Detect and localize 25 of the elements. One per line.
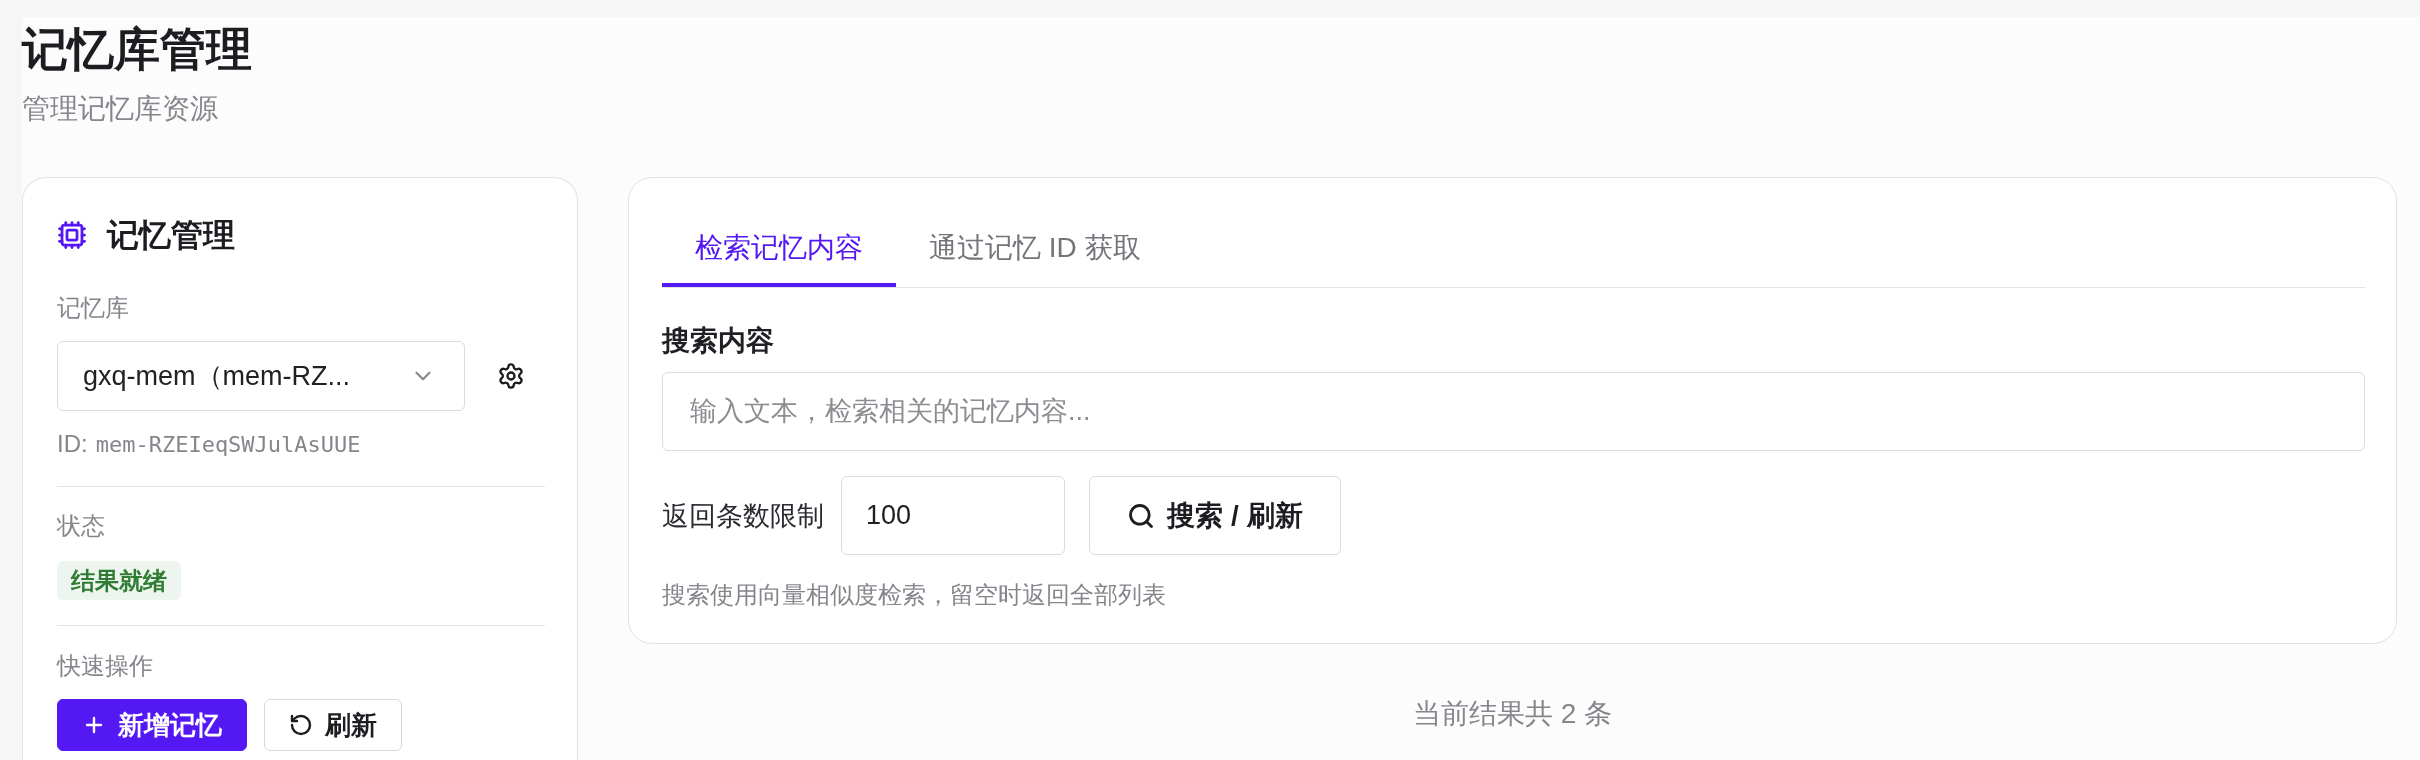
tab[interactable]: 通过记忆 ID 获取 (896, 208, 1174, 287)
chip-icon (57, 220, 87, 250)
memory-store-select[interactable]: gxq-mem（mem-RZ... (57, 341, 465, 411)
result-count: 当前结果共 2 条 (1412, 697, 1613, 731)
refresh-button[interactable]: 刷新 (264, 699, 402, 751)
field-label: 快速操作 (57, 651, 153, 681)
search-input[interactable]: 输入文本，检索相关的记忆内容... (662, 372, 2365, 451)
refresh-icon (289, 713, 313, 737)
add-memory-button[interactable]: 新增记忆 (57, 699, 247, 751)
page-subtitle: 管理记忆库资源 (22, 92, 218, 126)
field-label: 状态 (57, 511, 105, 541)
card-title: 记忆管理 (107, 216, 235, 255)
search-icon (1127, 501, 1156, 530)
id-label: ID: (57, 429, 88, 459)
search-button[interactable]: 搜索 / 刷新 (1089, 476, 1341, 555)
field-label: 记忆库 (57, 293, 129, 323)
limit-input[interactable]: 100 (841, 476, 1065, 555)
page-title: 记忆库管理 (22, 22, 252, 77)
tab[interactable]: 检索记忆内容 (662, 208, 896, 287)
field-label: 搜索内容 (662, 324, 774, 358)
status-badge: 结果就绪 (57, 561, 181, 600)
id-value: mem-RZEIeqSWJulAsUUE (95, 431, 361, 459)
field-label: 返回条数限制 (662, 499, 824, 533)
settings-icon[interactable] (497, 362, 525, 390)
help-text: 搜索使用向量相似度检索，留空时返回全部列表 (662, 580, 1166, 610)
